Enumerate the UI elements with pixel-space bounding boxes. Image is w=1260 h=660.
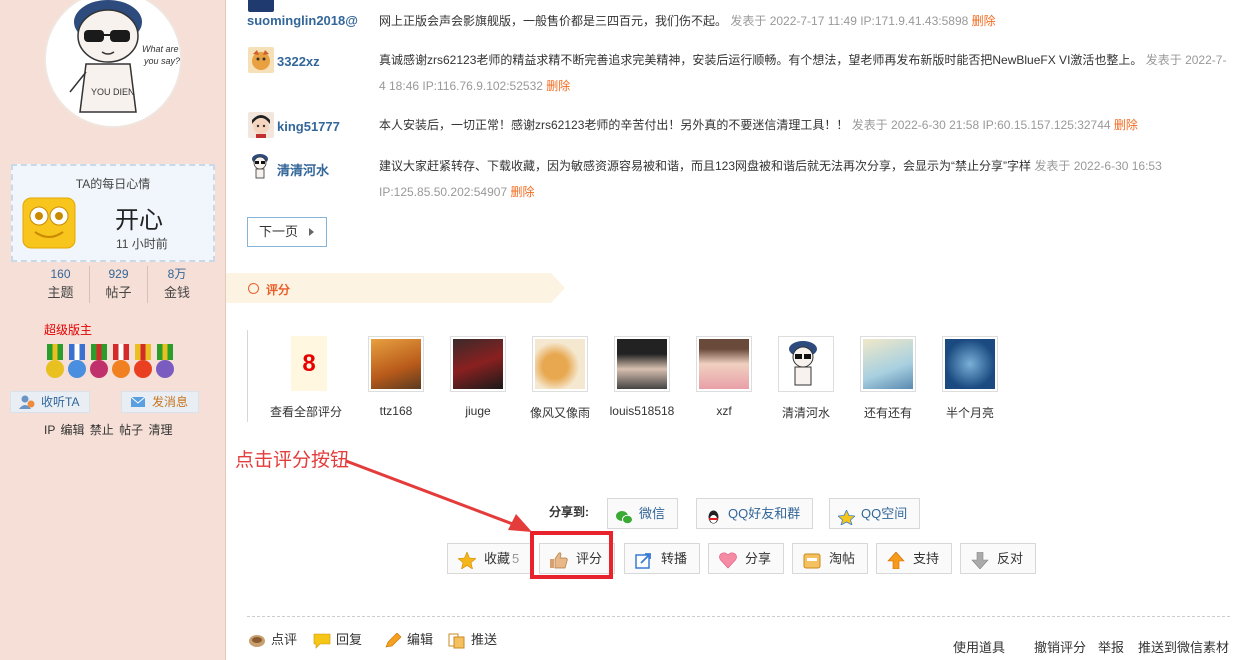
share-qzone-button[interactable]: QQ空间 (829, 498, 921, 529)
use-tool-link[interactable]: 使用道具 (953, 637, 1005, 656)
svg-text:YOU DIEN: YOU DIEN (91, 87, 135, 97)
stat-posts-label: 帖子 (105, 285, 132, 300)
reply-bubble-icon (313, 633, 331, 649)
send-message-button[interactable]: 发消息 (121, 391, 200, 413)
follow-button[interactable]: 收听TA (10, 391, 91, 413)
qzone-icon (837, 506, 856, 526)
mood-time: 11 小时前 (116, 237, 168, 251)
reply-label: 回复 (336, 632, 363, 647)
reply-link[interactable]: 回复 (313, 629, 362, 649)
share-wechat-label: 微信 (639, 506, 666, 521)
stat-money-label: 金钱 (163, 285, 190, 300)
taotie-button[interactable]: 淘帖 (792, 543, 869, 574)
support-label: 支持 (913, 551, 940, 566)
favorite-count: 5 (512, 551, 520, 566)
user-sidebar: YOU DIEN What are you say? TA的每日心情 开心 11… (0, 0, 226, 660)
share-label: 分享 (745, 551, 772, 566)
mood-name: 开心 (115, 206, 163, 234)
oppose-button[interactable]: 反对 (960, 543, 1037, 574)
share-wechat-button[interactable]: 微信 (607, 498, 679, 529)
post-main: suominglin2018@ 网上正版会声会影旗舰版，一般售价都是三四百元，我… (226, 0, 1260, 660)
highlight-box (530, 531, 613, 579)
daily-mood-card: TA的每日心情 开心 11 小时前 (11, 164, 215, 262)
comment-label: 点评 (271, 632, 298, 647)
repost-button[interactable]: 转播 (624, 543, 701, 574)
stat-threads-label: 主题 (47, 285, 74, 300)
push-link[interactable]: 推送 (448, 629, 497, 649)
wechat-icon (616, 506, 633, 525)
user-stats: 160 主题 929 帖子 8万 金钱 (32, 266, 206, 303)
stat-posts[interactable]: 929 帖子 (90, 266, 148, 303)
medal-list (44, 344, 176, 384)
favorite-label: 收藏 (484, 551, 511, 566)
edit-link[interactable]: 编辑 (384, 629, 433, 649)
follow-icon (19, 395, 35, 409)
arrow-down-icon (971, 550, 989, 570)
share-qq-button[interactable]: QQ好友和群 (696, 498, 814, 529)
heart-icon (719, 550, 737, 569)
arrow-up-icon (887, 550, 905, 570)
taotie-label: 淘帖 (829, 551, 856, 566)
share-qzone-label: QQ空间 (861, 506, 908, 521)
medal-icon[interactable] (66, 344, 88, 384)
divider (247, 616, 1230, 617)
stat-threads[interactable]: 160 主题 (32, 266, 90, 303)
medal-icon[interactable] (88, 344, 110, 384)
stat-money-count: 8万 (167, 267, 187, 281)
follow-label: 收听TA (41, 395, 80, 409)
qq-icon (705, 506, 722, 524)
message-icon (130, 395, 146, 409)
pencil-icon (384, 632, 402, 649)
svg-text:What are: What are (142, 44, 179, 54)
medal-icon[interactable] (154, 344, 176, 384)
push-wechat-link[interactable]: 推送到微信素材 (1138, 637, 1229, 656)
share-to-label: 分享到: (549, 505, 589, 519)
push-label: 推送 (471, 632, 498, 647)
medal-icon[interactable] (44, 344, 66, 384)
stat-money[interactable]: 8万 金钱 (148, 266, 206, 303)
favorite-button[interactable]: 收藏 5 (447, 543, 533, 574)
edit-label: 编辑 (407, 632, 434, 647)
comment-icon (248, 633, 266, 649)
report-link[interactable]: 举报 (1098, 637, 1124, 656)
message-label: 发消息 (152, 395, 189, 409)
medal-icon[interactable] (110, 344, 132, 384)
user-avatar[interactable]: YOU DIEN What are you say? (44, 0, 182, 128)
support-button[interactable]: 支持 (876, 543, 953, 574)
star-icon (457, 550, 477, 570)
collection-box-icon (803, 550, 821, 569)
stat-posts-count: 929 (108, 267, 129, 281)
push-icon (448, 633, 466, 649)
svg-text:you say?: you say? (143, 56, 180, 66)
share-qq-label: QQ好友和群 (728, 506, 801, 521)
stat-threads-count: 160 (50, 267, 71, 281)
cancel-rate-link[interactable]: 撤销评分 (1034, 637, 1086, 656)
medal-icon[interactable] (132, 344, 154, 384)
oppose-label: 反对 (997, 551, 1024, 566)
repost-label: 转播 (661, 551, 688, 566)
comment-link[interactable]: 点评 (248, 629, 297, 649)
happy-mood-icon (21, 194, 77, 250)
mood-title: TA的每日心情 (75, 177, 151, 191)
admin-links[interactable]: IP 编辑 禁止 帖子 清理 (44, 421, 172, 438)
repost-icon (635, 550, 653, 569)
share-button[interactable]: 分享 (708, 543, 785, 574)
user-role: 超级版主 (44, 323, 93, 337)
